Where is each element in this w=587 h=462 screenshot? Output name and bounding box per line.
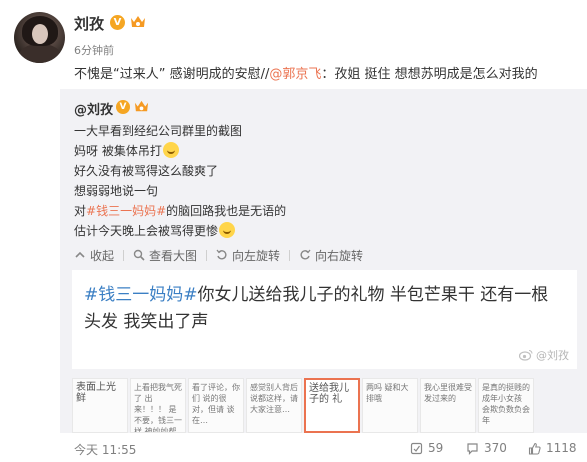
image-topic: #钱三一妈妈# [84, 285, 198, 305]
author-avatar[interactable] [14, 12, 65, 63]
expanded-image[interactable]: #钱三一妈妈#你女儿送给我儿子的礼物 半包芒果干 还有一根头发 我笑出了声 @刘… [72, 270, 577, 369]
rotate-right-label: 向右旋转 [315, 248, 364, 263]
repost-box: @刘孜 V 一大早看到经纪公司群里的截图 妈呀 被集体吊打 好久没有被骂得这么酸… [60, 89, 587, 433]
original-vip-icon[interactable] [133, 99, 150, 114]
image-caption: #钱三一妈妈#你女儿送给我儿子的礼物 半包芒果干 还有一根头发 我笑出了声 [84, 282, 564, 336]
original-line-5-prefix: 对 [74, 204, 87, 218]
thumbnail-2-text: 上看把我气死了 出来！！！ 是不要，钱三一样 神妙妙帮斗恶婆 [134, 383, 182, 433]
thumbnail-5-text: 送给我儿子的 礼 [309, 383, 349, 405]
original-line-5: 对#钱三一妈妈#的脑回路我也是无语的 [74, 202, 286, 219]
rotate-right-button[interactable]: 向右旋转 [299, 247, 363, 264]
like-count: 1118 [546, 441, 577, 455]
thumbnail-8-text: 是真的挺贱的 成年小女孩 会欺负数负会年 [482, 383, 530, 425]
thumbnail-3-text: 看了评论，你们 说的很对，但请 谈在… [192, 383, 240, 425]
thumbnail-4-text: 感觉别人背后 说都这样，请 大家注意… [250, 383, 298, 414]
footer-time[interactable]: 今天 11:55 [74, 441, 136, 458]
thumbnail-8[interactable]: 是真的挺贱的 成年小女孩 会欺负数负会年 [478, 378, 534, 433]
original-verified-icon: V [116, 100, 130, 114]
collapse-arrow-icon [75, 251, 85, 258]
comment-count: 370 [484, 441, 507, 455]
image-watermark: @刘孜 [519, 347, 569, 363]
original-line-2-text: 妈呀 被集体吊打 [74, 144, 162, 158]
repost-count: 59 [428, 441, 444, 455]
original-line-2: 妈呀 被集体吊打 [74, 142, 179, 159]
comment-icon [467, 442, 478, 455]
post-text-suffix: ：孜姐 挺住 想想苏明成是怎么对我的 [321, 67, 538, 82]
post-text-prefix: 不愧是“过来人” 感谢明成的安慰// [74, 67, 270, 82]
thumbnail-4[interactable]: 感觉别人背后 说都这样，请 大家注意… [246, 378, 302, 433]
rotate-left-button[interactable]: 向左旋转 [216, 247, 280, 264]
toolbar-divider [123, 249, 125, 261]
comment-button[interactable]: 370 [466, 441, 507, 455]
thumbnail-6-text: 两吗 疑和大排哦 [366, 383, 409, 403]
vip-member-icon[interactable] [129, 14, 147, 30]
collapse-label: 收起 [90, 248, 115, 263]
thumbs-up-icon [528, 442, 541, 455]
thumbnail-3[interactable]: 看了评论，你们 说的很对，但请 谈在… [188, 378, 244, 433]
repost-button[interactable]: 59 [410, 441, 443, 455]
toolbar-divider [289, 249, 291, 261]
repost-icon [410, 442, 423, 454]
original-line-5-suffix: 的脑回路我也是无语的 [166, 204, 287, 218]
watermark-text: @刘孜 [536, 349, 569, 362]
collapse-button[interactable]: 收起 [74, 247, 114, 264]
thumbnail-7-text: 我心里很难受 发过来的 [424, 383, 472, 403]
original-line-6-text: 估计今天晚上会被骂得更惨 [74, 224, 219, 238]
thumbnail-strip: 表面上光鲜 上看把我气死了 出来！！！ 是不要，钱三一样 神妙妙帮斗恶婆 看了评… [72, 378, 577, 433]
author-name[interactable]: 刘孜 [74, 13, 104, 34]
magnify-icon [133, 249, 145, 261]
weibo-logo-icon [519, 349, 533, 361]
original-author[interactable]: @刘孜 [74, 99, 113, 118]
mention-link[interactable]: @郭京飞 [269, 67, 321, 82]
post-text: 不愧是“过来人” 感谢明成的安慰//@郭京飞：孜姐 挺住 想想苏明成是怎么对我的 [74, 63, 538, 82]
original-line-4: 想弱弱地说一句 [74, 184, 159, 198]
view-large-button[interactable]: 查看大图 [133, 247, 197, 264]
original-line-6: 估计今天晚上会被骂得更惨 [74, 222, 236, 239]
cry-emoji-icon [219, 222, 236, 238]
thumbnail-1-text: 表面上光鲜 [76, 382, 116, 404]
rotate-right-icon [300, 249, 311, 260]
toolbar-divider [206, 249, 208, 261]
original-line-1: 一大早看到经纪公司群里的截图 [74, 124, 243, 138]
laugh-emoji-icon [162, 142, 179, 158]
thumbnail-1[interactable]: 表面上光鲜 [72, 378, 128, 433]
thumbnail-2[interactable]: 上看把我气死了 出来！！！ 是不要，钱三一样 神妙妙帮斗恶婆 [130, 378, 186, 433]
like-button[interactable]: 1118 [528, 441, 577, 455]
post-time[interactable]: 6分钟前 [74, 42, 114, 58]
thumbnail-6[interactable]: 两吗 疑和大排哦 [362, 378, 418, 433]
image-toolbar: 收起 查看大图 向左旋转 向右旋转 [74, 246, 363, 264]
topic-link[interactable]: #钱三一妈妈# [86, 204, 166, 218]
thumbnail-7[interactable]: 我心里很难受 发过来的 [420, 378, 476, 433]
original-line-3: 好久没有被骂得这么酸爽了 [74, 164, 219, 178]
rotate-left-label: 向左旋转 [232, 248, 281, 263]
verified-v-icon: V [110, 15, 125, 30]
thumbnail-5-active[interactable]: 送给我儿子的 礼 [304, 378, 360, 433]
view-large-label: 查看大图 [149, 248, 198, 263]
rotate-left-icon [216, 249, 227, 260]
